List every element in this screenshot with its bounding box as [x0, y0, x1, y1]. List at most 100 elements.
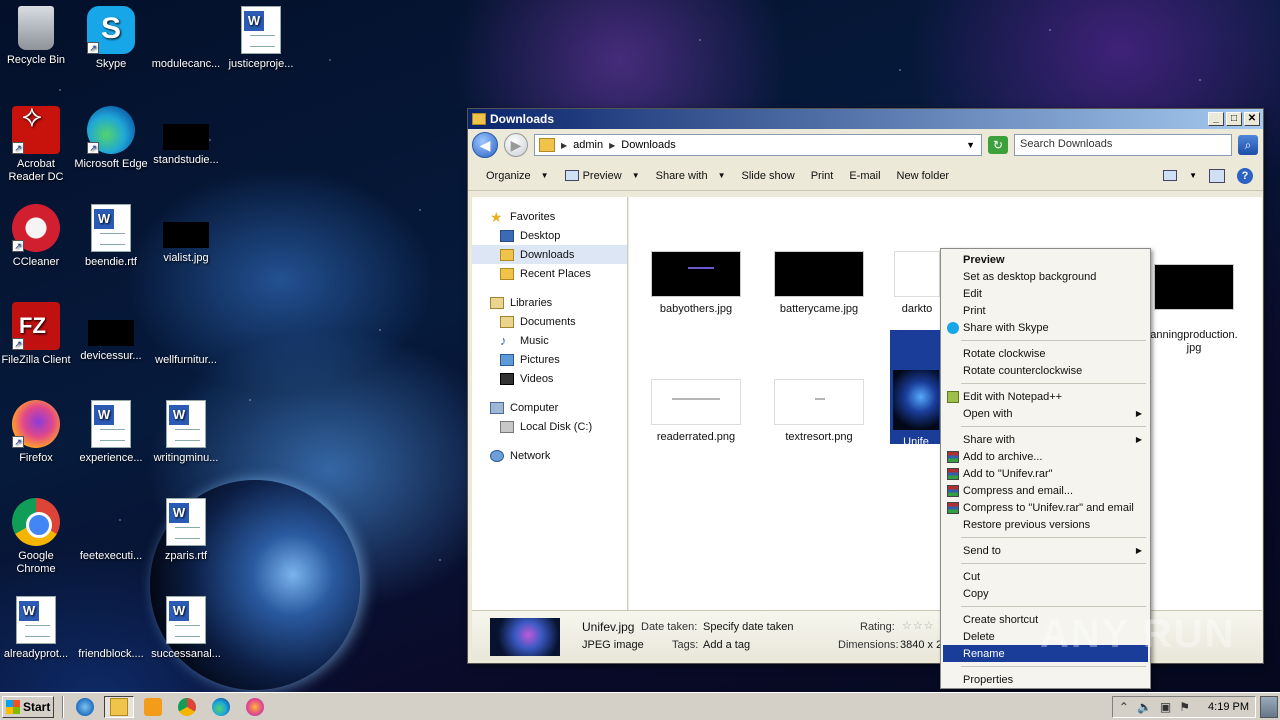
refresh-icon[interactable]: ↻	[988, 136, 1008, 154]
desktop-icon-zparis[interactable]: zparis.rtf	[147, 498, 225, 563]
desktop-icon-successanal[interactable]: successanal...	[147, 596, 225, 661]
details-tags-value[interactable]: Add a tag	[703, 639, 750, 651]
flag-icon[interactable]: ⚑	[1179, 700, 1190, 714]
file-item-unifev[interactable]: Unife	[890, 330, 942, 448]
share-with-button[interactable]: Share with ▼	[648, 170, 734, 182]
file-item-babyothers[interactable]: babyothers.jpg	[641, 251, 751, 316]
minimize-button[interactable]: _	[1208, 112, 1224, 126]
desktop-icon-ccleaner[interactable]: ↗ CCleaner	[0, 204, 75, 269]
clock[interactable]: 4:19 PM	[1208, 701, 1249, 713]
desktop-icon-justiceproje[interactable]: justiceproje...	[222, 6, 300, 71]
desktop-icon-beendie[interactable]: beendie.rtf	[72, 204, 150, 269]
search-input[interactable]: Search Downloads	[1014, 134, 1232, 156]
desktop-icon-recycle-bin[interactable]: Recycle Bin	[0, 6, 75, 67]
menu-item-share-skype[interactable]: Share with Skype	[943, 319, 1148, 336]
nav-downloads[interactable]: Downloads	[472, 245, 627, 264]
nav-music[interactable]: ♪ Music	[472, 331, 627, 350]
forward-button[interactable]: ▶	[504, 133, 528, 157]
desktop-icon-firefox[interactable]: ↗ Firefox	[0, 400, 75, 465]
search-icon[interactable]: ⌕	[1238, 135, 1258, 155]
back-button[interactable]: ◀	[472, 132, 498, 158]
print-button[interactable]: Print	[803, 170, 842, 182]
taskbar-media-player[interactable]	[138, 696, 168, 718]
nav-recent-places[interactable]: Recent Places	[472, 264, 627, 283]
menu-item-send-to[interactable]: Send to ▶	[943, 542, 1148, 559]
nav-favorites[interactable]: ★ Favorites	[472, 207, 627, 226]
desktop-icon-experience[interactable]: experience...	[72, 400, 150, 465]
desktop-icon-writingminu[interactable]: writingminu...	[147, 400, 225, 465]
address-bar[interactable]: ▶ admin ▶ Downloads ▼	[534, 134, 982, 156]
file-item-readerrated[interactable]: readerrated.png	[641, 379, 751, 444]
address-dropdown-icon[interactable]: ▼	[966, 140, 975, 150]
change-view-icon[interactable]	[1163, 170, 1178, 181]
desktop-icon-alreadyprot[interactable]: alreadyprot...	[0, 596, 75, 661]
nav-network[interactable]: Network	[472, 446, 627, 465]
nav-videos[interactable]: Videos	[472, 369, 627, 388]
menu-item-copy[interactable]: Copy	[943, 585, 1148, 602]
desktop-icon-devicessur[interactable]: devicessur...	[72, 302, 150, 363]
taskbar-internet-explorer[interactable]	[70, 696, 100, 718]
desktop-icon-skype[interactable]: ↗ Skype	[72, 6, 150, 71]
menu-item-edit-notepadpp[interactable]: Edit with Notepad++	[943, 388, 1148, 405]
start-button[interactable]: Start	[2, 695, 54, 718]
file-item-anningproduction[interactable]: anningproduction. jpg	[1144, 251, 1244, 355]
menu-item-properties[interactable]: Properties	[943, 671, 1148, 688]
maximize-button[interactable]: □	[1226, 112, 1242, 126]
preview-button[interactable]: Preview ▼	[557, 170, 648, 182]
desktop-icon-friendblock[interactable]: friendblock....	[72, 596, 150, 661]
menu-item-set-desktop-background[interactable]: Set as desktop background	[943, 268, 1148, 285]
file-item-textresort[interactable]: textresort.png	[764, 379, 874, 444]
taskbar-firefox[interactable]	[240, 696, 270, 718]
desktop-icon-chrome[interactable]: Google Chrome	[0, 498, 75, 576]
details-date-taken-value[interactable]: Specify date taken	[703, 621, 794, 633]
file-item-darkto[interactable]: darkto	[887, 251, 947, 316]
nav-documents[interactable]: Documents	[472, 312, 627, 331]
desktop-icon-edge[interactable]: ↗ Microsoft Edge	[72, 106, 150, 171]
breadcrumb-downloads[interactable]: Downloads	[621, 139, 675, 151]
network-tray-icon[interactable]: ▣	[1160, 700, 1171, 714]
menu-item-open-with[interactable]: Open with ▶	[943, 405, 1148, 422]
desktop-icon-acrobat[interactable]: ↗ Acrobat Reader DC	[0, 106, 75, 184]
nav-libraries[interactable]: Libraries	[472, 293, 627, 312]
desktop-icon-standstudie[interactable]: standstudie...	[147, 106, 225, 167]
slide-show-button[interactable]: Slide show	[734, 170, 803, 182]
menu-item-print[interactable]: Print	[943, 302, 1148, 319]
taskbar-edge[interactable]	[206, 696, 236, 718]
file-item-batterycame[interactable]: batterycame.jpg	[764, 251, 874, 316]
window-titlebar[interactable]: Downloads _ □ ✕	[468, 109, 1263, 129]
taskbar-explorer[interactable]	[104, 695, 134, 718]
breadcrumb-admin[interactable]: admin	[573, 139, 603, 151]
menu-item-rotate-clockwise[interactable]: Rotate clockwise	[943, 345, 1148, 362]
volume-icon[interactable]: 🔈	[1137, 700, 1152, 714]
nav-pictures[interactable]: Pictures	[472, 350, 627, 369]
nav-desktop[interactable]: Desktop	[472, 226, 627, 245]
tray-expand-icon[interactable]: ⌃	[1119, 700, 1129, 714]
preview-pane-icon[interactable]	[1209, 168, 1225, 183]
menu-item-preview[interactable]: Preview	[943, 251, 1148, 268]
menu-item-add-to-archive[interactable]: Add to archive...	[943, 448, 1148, 465]
menu-item-share-with[interactable]: Share with ▶	[943, 431, 1148, 448]
menu-item-rotate-counterclockwise[interactable]: Rotate counterclockwise	[943, 362, 1148, 379]
breadcrumb-chevron-icon[interactable]: ▶	[609, 141, 615, 150]
desktop-icon-filezilla[interactable]: ↗ FileZilla Client	[0, 302, 75, 367]
menu-item-compress-email[interactable]: Compress and email...	[943, 482, 1148, 499]
menu-item-cut[interactable]: Cut	[943, 568, 1148, 585]
nav-computer[interactable]: Computer	[472, 398, 627, 417]
new-folder-button[interactable]: New folder	[889, 170, 958, 182]
organize-button[interactable]: Organize ▼	[478, 170, 557, 182]
desktop-icon-feetexecuti[interactable]: feetexecuti...	[72, 498, 150, 563]
help-icon[interactable]: ?	[1237, 167, 1253, 184]
email-button[interactable]: E-mail	[841, 170, 888, 182]
show-desktop-button[interactable]	[1260, 695, 1278, 718]
menu-item-restore-previous-versions[interactable]: Restore previous versions	[943, 516, 1148, 533]
menu-item-add-to-unifev-rar[interactable]: Add to "Unifev.rar"	[943, 465, 1148, 482]
rating-stars-icon[interactable]: ☆☆☆	[902, 619, 935, 632]
desktop-icon-wellfurnitur[interactable]: wellfurnitur...	[147, 302, 225, 367]
chevron-down-icon[interactable]: ▼	[1189, 171, 1197, 180]
breadcrumb-chevron-icon[interactable]: ▶	[561, 141, 567, 150]
desktop-icon-modulecanc[interactable]: modulecanc...	[147, 6, 225, 71]
close-button[interactable]: ✕	[1244, 112, 1260, 126]
menu-item-edit[interactable]: Edit	[943, 285, 1148, 302]
taskbar-chrome[interactable]	[172, 696, 202, 718]
menu-item-compress-unifev-email[interactable]: Compress to "Unifev.rar" and email	[943, 499, 1148, 516]
